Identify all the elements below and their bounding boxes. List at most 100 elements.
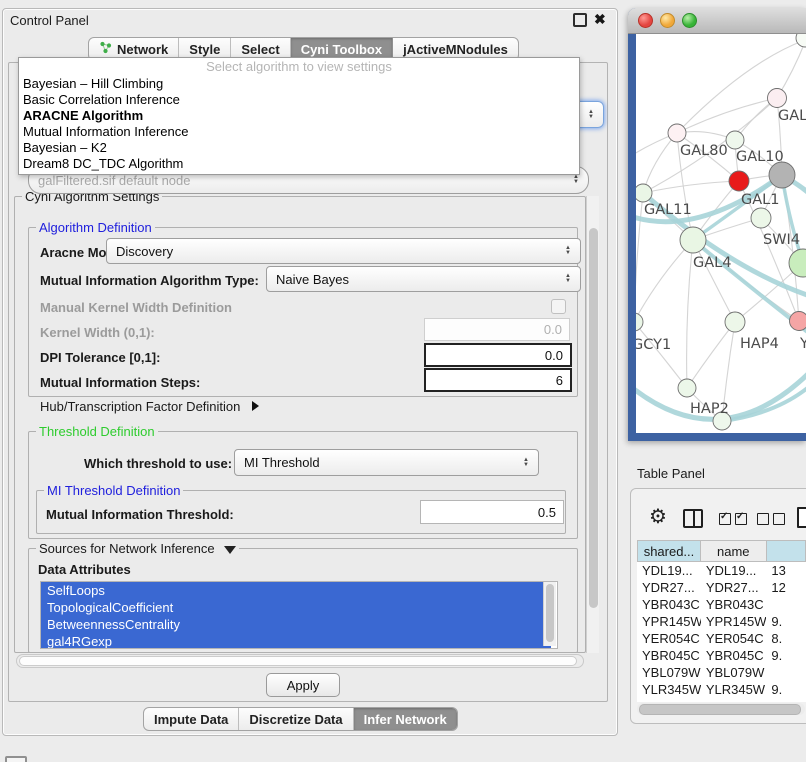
window-zoom-button[interactable] (682, 13, 697, 28)
network-node-gal80[interactable] (668, 124, 686, 142)
tab-infer-network-label: Infer Network (364, 712, 447, 727)
aracne-mode-combo[interactable]: Discovery (106, 238, 581, 264)
algorithm-option[interactable]: Mutual Information Inference (19, 124, 579, 140)
network-edge (636, 322, 687, 388)
table-cell: YDR27... (701, 579, 767, 596)
mi-steps-label: Mutual Information Steps: (40, 375, 200, 390)
table-cell: 9 (766, 698, 806, 702)
tab-impute-data[interactable]: Impute Data (144, 708, 239, 730)
tab-discretize-data[interactable]: Discretize Data (239, 708, 353, 730)
settings-vertical-scrollbar[interactable] (586, 196, 599, 653)
manual-kernel-checkbox[interactable] (551, 299, 566, 314)
mi-type-label: Mutual Information Algorithm Type: (40, 273, 259, 288)
table-cell: YPR145W (637, 613, 701, 630)
apply-button[interactable]: Apply (266, 673, 340, 697)
table-row[interactable]: YDR27...YDR27...12 (637, 579, 806, 596)
mi-type-value: Naive Bayes (276, 272, 349, 287)
table-row[interactable]: YIL052CYIL052C9 (637, 698, 806, 702)
table-row[interactable]: YER054CYER054C8. (637, 630, 806, 647)
close-icon[interactable]: ✖ (594, 12, 606, 26)
algorithm-option[interactable]: Bayesian – Hill Climbing (19, 76, 579, 92)
manual-kernel-label: Manual Kernel Width Definition (40, 300, 232, 315)
network-node[interactable] (769, 162, 795, 188)
data-attribute-item[interactable]: SelfLoops (41, 582, 551, 599)
table-row[interactable]: YBR043CYBR043C (637, 596, 806, 613)
data-attributes-list[interactable]: SelfLoopsTopologicalCoefficientBetweenne… (40, 581, 558, 649)
network-node-gal[interactable] (768, 89, 787, 108)
network-node-gcy1[interactable] (636, 313, 643, 331)
network-icon (99, 41, 112, 57)
data-attribute-item[interactable]: BetweennessCentrality (41, 616, 551, 633)
network-node-gal4[interactable] (680, 227, 706, 253)
unselect-all-columns-icon[interactable] (757, 512, 785, 530)
table-row[interactable]: YDL19...YDL19...13 (637, 562, 806, 579)
network-canvas[interactable]: GALGAL80GAL10GAL1SWI4GAL11GAL4GCY1HAP4YH… (636, 34, 806, 433)
data-attributes-label: Data Attributes (38, 562, 131, 577)
split-view-icon[interactable] (683, 509, 703, 528)
column-header[interactable]: name (701, 540, 767, 562)
network-node-label: HAP4 (740, 336, 779, 352)
table-cell: 9. (766, 647, 806, 664)
attribute-list-scrollbar[interactable] (543, 582, 556, 646)
algorithm-option[interactable]: Basic Correlation Inference (19, 92, 579, 108)
network-node-hap2[interactable] (678, 379, 696, 397)
node-table: shared...name YDL19...YDL19...13YDR27...… (637, 540, 806, 702)
float-window-icon[interactable] (573, 13, 587, 27)
mi-type-combo[interactable]: Naive Bayes (266, 266, 581, 292)
kernel-width-label: Kernel Width (0,1): (40, 325, 155, 340)
network-node-gal11[interactable] (636, 184, 652, 202)
dpi-tolerance-input[interactable]: 0.0 (424, 343, 572, 367)
network-edge (636, 193, 643, 322)
tab-infer-network[interactable]: Infer Network (354, 708, 457, 730)
select-all-columns-icon[interactable] (719, 512, 747, 530)
network-node-hap4[interactable] (725, 312, 745, 332)
window-minimize-button[interactable] (660, 13, 675, 28)
mi-threshold-label: Mutual Information Threshold: (46, 507, 234, 522)
network-node-label: GCY1 (636, 337, 671, 353)
sources-title-text: Sources for Network Inference (39, 541, 215, 556)
window-close-button[interactable] (638, 13, 653, 28)
network-node-gal10[interactable] (726, 131, 744, 149)
network-node-label: GAL4 (693, 255, 731, 271)
column-header[interactable] (767, 540, 806, 562)
algorithm-dropdown-popup: Select algorithm to view settings Bayesi… (18, 57, 580, 175)
settings-horizontal-scrollbar[interactable] (16, 654, 584, 668)
data-attribute-item[interactable]: gal4RGexp (41, 633, 551, 649)
hub-definition-label: Hub/Transcription Factor Definition (40, 399, 240, 414)
minimized-panel-icon[interactable] (5, 756, 27, 762)
table-row[interactable]: YLR345WYLR345W9. (637, 681, 806, 698)
network-edge (677, 98, 777, 133)
sources-group-title[interactable]: Sources for Network Inference (36, 541, 239, 556)
kernel-width-input[interactable]: 0.0 (424, 318, 570, 341)
algorithm-option[interactable]: Bayesian – K2 (19, 140, 579, 156)
network-node[interactable] (796, 34, 806, 47)
hub-definition-toggle[interactable]: Hub/Transcription Factor Definition (40, 399, 259, 414)
table-cell: YBR043C (701, 596, 767, 613)
which-threshold-combo[interactable]: MI Threshold (234, 449, 539, 476)
document-icon[interactable] (797, 507, 806, 528)
network-node-label: GAL10 (736, 149, 784, 165)
algorithm-option[interactable]: Dream8 DC_TDC Algorithm (19, 156, 579, 172)
table-cell: YBL079W (637, 664, 701, 681)
table-cell: YDL19... (701, 562, 767, 579)
table-cell: 9. (766, 681, 806, 698)
dpi-tolerance-label: DPI Tolerance [0,1]: (40, 350, 160, 365)
column-header[interactable]: shared... (637, 540, 701, 562)
table-row[interactable]: YPR145WYPR145W9. (637, 613, 806, 630)
network-edge (636, 240, 693, 322)
combo-stepper-icon (573, 175, 579, 185)
network-node-gal1[interactable] (729, 171, 749, 191)
mi-threshold-input[interactable]: 0.5 (420, 500, 564, 524)
gear-icon[interactable]: ⚙ (649, 507, 667, 527)
network-node-y[interactable] (790, 312, 806, 331)
mi-steps-input[interactable]: 6 (424, 368, 572, 392)
network-node-swi4[interactable] (751, 208, 771, 228)
algorithm-option[interactable]: ARACNE Algorithm (19, 108, 579, 124)
table-horizontal-scrollbar[interactable] (637, 703, 805, 715)
data-attribute-item[interactable]: TopologicalCoefficient (41, 599, 551, 616)
network-edge (693, 240, 735, 322)
control-panel-title: Control Panel (10, 13, 89, 28)
table-row[interactable]: YBR045CYBR045C9. (637, 647, 806, 664)
table-row[interactable]: YBL079WYBL079W (637, 664, 806, 681)
table-header-row: shared...name (637, 540, 806, 562)
